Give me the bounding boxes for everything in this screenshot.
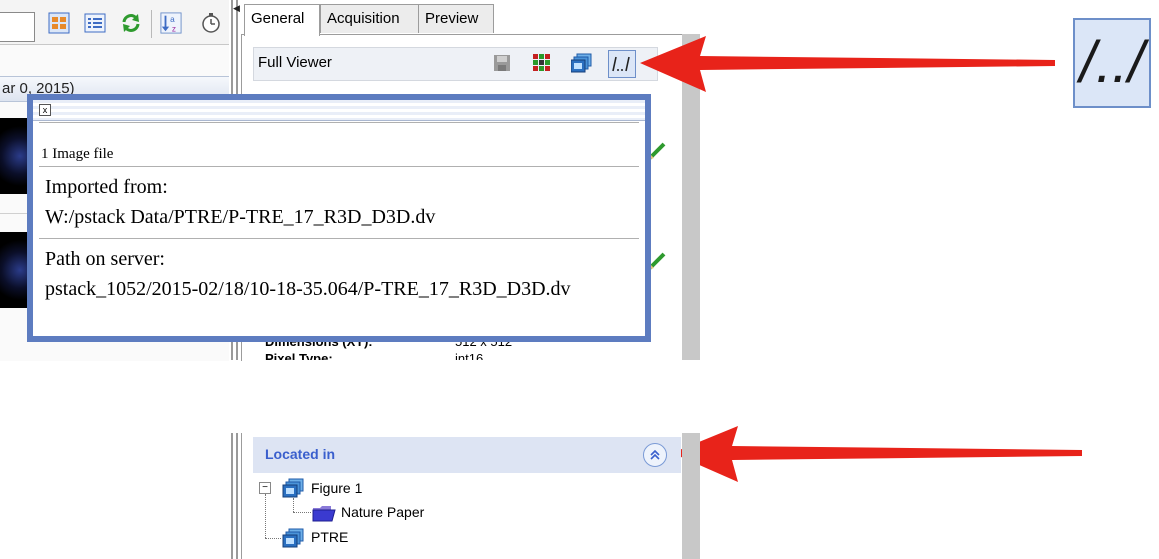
- tooltip-divider: [39, 238, 639, 239]
- timer-icon[interactable]: [200, 11, 222, 35]
- callout-arrow-bottom: [672, 426, 1082, 482]
- tree-connector: [293, 512, 311, 513]
- tab-acquisition[interactable]: Acquisition: [320, 4, 420, 33]
- tab-general[interactable]: General: [244, 4, 320, 36]
- imported-from-label: Imported from:: [45, 176, 168, 198]
- collapse-section-icon[interactable]: [643, 443, 667, 467]
- thumbnail-view-icon[interactable]: [48, 11, 70, 35]
- tree-item-label[interactable]: Nature Paper: [341, 504, 424, 520]
- roi-measure-icon[interactable]: [608, 50, 636, 78]
- dataset-icon: [281, 478, 307, 501]
- close-icon[interactable]: x: [39, 104, 51, 116]
- server-path-label: Path on server:: [45, 248, 165, 270]
- sort-az-icon[interactable]: az: [160, 11, 182, 35]
- list-view-icon[interactable]: [84, 11, 106, 35]
- panel-splitter: [231, 433, 233, 559]
- refresh-icon[interactable]: [120, 11, 142, 35]
- imported-from-path: W:/pstack Data/PTRE/P-TRE_17_R3D_D3D.dv: [45, 206, 436, 228]
- tree-connector: [265, 538, 281, 539]
- callout-arrow-top: [640, 36, 1055, 92]
- channels-icon[interactable]: [530, 52, 554, 74]
- full-viewer-button[interactable]: Full Viewer: [258, 54, 332, 71]
- tooltip-divider: [39, 122, 639, 123]
- save-icon[interactable]: [490, 52, 514, 74]
- svg-text:a: a: [170, 15, 175, 24]
- pixel-type-value: int16: [455, 351, 484, 360]
- tree-item-label[interactable]: Figure 1: [311, 480, 362, 496]
- located-in-title: Located in: [265, 446, 336, 462]
- tree-item-label[interactable]: PTRE: [311, 529, 348, 545]
- tooltip-titlebar: [33, 100, 645, 121]
- panel-border: [241, 433, 242, 559]
- located-scrollbar[interactable]: [682, 433, 700, 559]
- dataset-icon: [281, 528, 307, 551]
- panel-splitter: [236, 433, 238, 559]
- tooltip-divider: [39, 166, 639, 167]
- pixel-type-label: Pixel Type:: [265, 351, 333, 360]
- tree-connector: [265, 494, 266, 538]
- pixel-type-row: Pixel Type: int16: [241, 350, 681, 360]
- roi-measure-icon-zoomed: /../: [1073, 18, 1151, 108]
- toolbar-separator: [151, 10, 152, 38]
- dataset-icon[interactable]: [570, 52, 594, 74]
- image-info-tooltip: x 1 Image file Imported from: W:/pstack …: [27, 94, 651, 342]
- zoomed-icon-glyph: /../: [1076, 30, 1149, 95]
- image-count: 1 Image file: [41, 146, 114, 162]
- server-path-value: pstack_1052/2015-02/18/10-18-35.064/P-TR…: [45, 278, 571, 300]
- search-input[interactable]: [0, 12, 35, 42]
- folder-icon: [311, 503, 337, 526]
- tree-collapse-toggle-icon[interactable]: −: [259, 482, 271, 494]
- svg-text:z: z: [172, 24, 176, 33]
- tab-preview[interactable]: Preview: [418, 4, 494, 33]
- collapse-left-icon[interactable]: ◀: [233, 3, 240, 14]
